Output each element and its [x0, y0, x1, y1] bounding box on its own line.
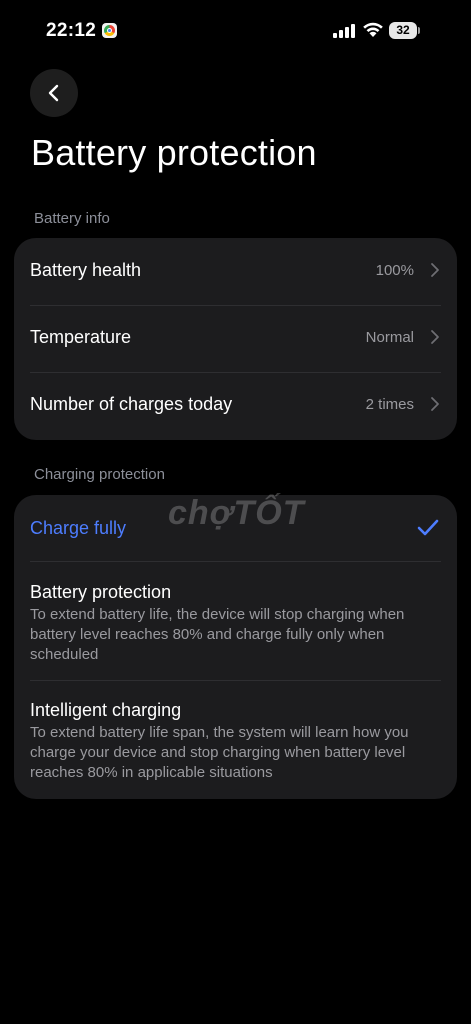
status-bar: 22:12 32 [0, 0, 471, 62]
battery-health-value: 100% [375, 262, 414, 279]
battery-info-section-label: Battery info [34, 210, 110, 227]
battery-level: 32 [396, 23, 410, 37]
checkmark-icon [417, 519, 439, 536]
chevron-right-icon [431, 263, 439, 277]
battery-info-card: Battery health 100% Temperature Normal N… [14, 238, 457, 440]
chrome-icon [102, 23, 117, 38]
battery-health-label: Battery health [30, 260, 142, 280]
battery-protection-description: To extend battery life, the device will … [30, 606, 405, 663]
intelligent-charging-description: To extend battery life span, the system … [30, 724, 409, 781]
battery-tip [418, 27, 420, 34]
battery-icon: 32 [389, 22, 417, 39]
back-button[interactable] [30, 69, 78, 117]
battery-protection-title: Battery protection [30, 582, 172, 602]
charging-protection-card: Charge fully Battery protection To exten… [14, 495, 457, 799]
charge-fully-title: Charge fully [30, 518, 127, 538]
intelligent-charging-title: Intelligent charging [30, 700, 182, 720]
chevron-right-icon [431, 330, 439, 344]
temperature-value: Normal [365, 329, 414, 346]
temperature-row[interactable]: Temperature Normal [14, 305, 457, 372]
battery-health-row[interactable]: Battery health 100% [14, 238, 457, 305]
charges-today-value: 2 times [365, 396, 414, 413]
status-time: 22:12 [46, 20, 97, 41]
signal-icon [333, 24, 355, 38]
wifi-icon [363, 22, 383, 37]
back-arrow-icon [48, 84, 59, 102]
charges-today-label: Number of charges today [30, 394, 233, 414]
chotot-watermark: chợTỐT [168, 494, 305, 532]
temperature-label: Temperature [30, 327, 132, 347]
chevron-right-icon [431, 397, 439, 411]
charging-protection-section-label: Charging protection [34, 466, 165, 483]
page-title: Battery protection [31, 132, 317, 173]
option-battery-protection[interactable]: Battery protection To extend battery lif… [14, 561, 457, 679]
charges-today-row[interactable]: Number of charges today 2 times [14, 372, 457, 439]
option-intelligent-charging[interactable]: Intelligent charging To extend battery l… [14, 680, 457, 799]
